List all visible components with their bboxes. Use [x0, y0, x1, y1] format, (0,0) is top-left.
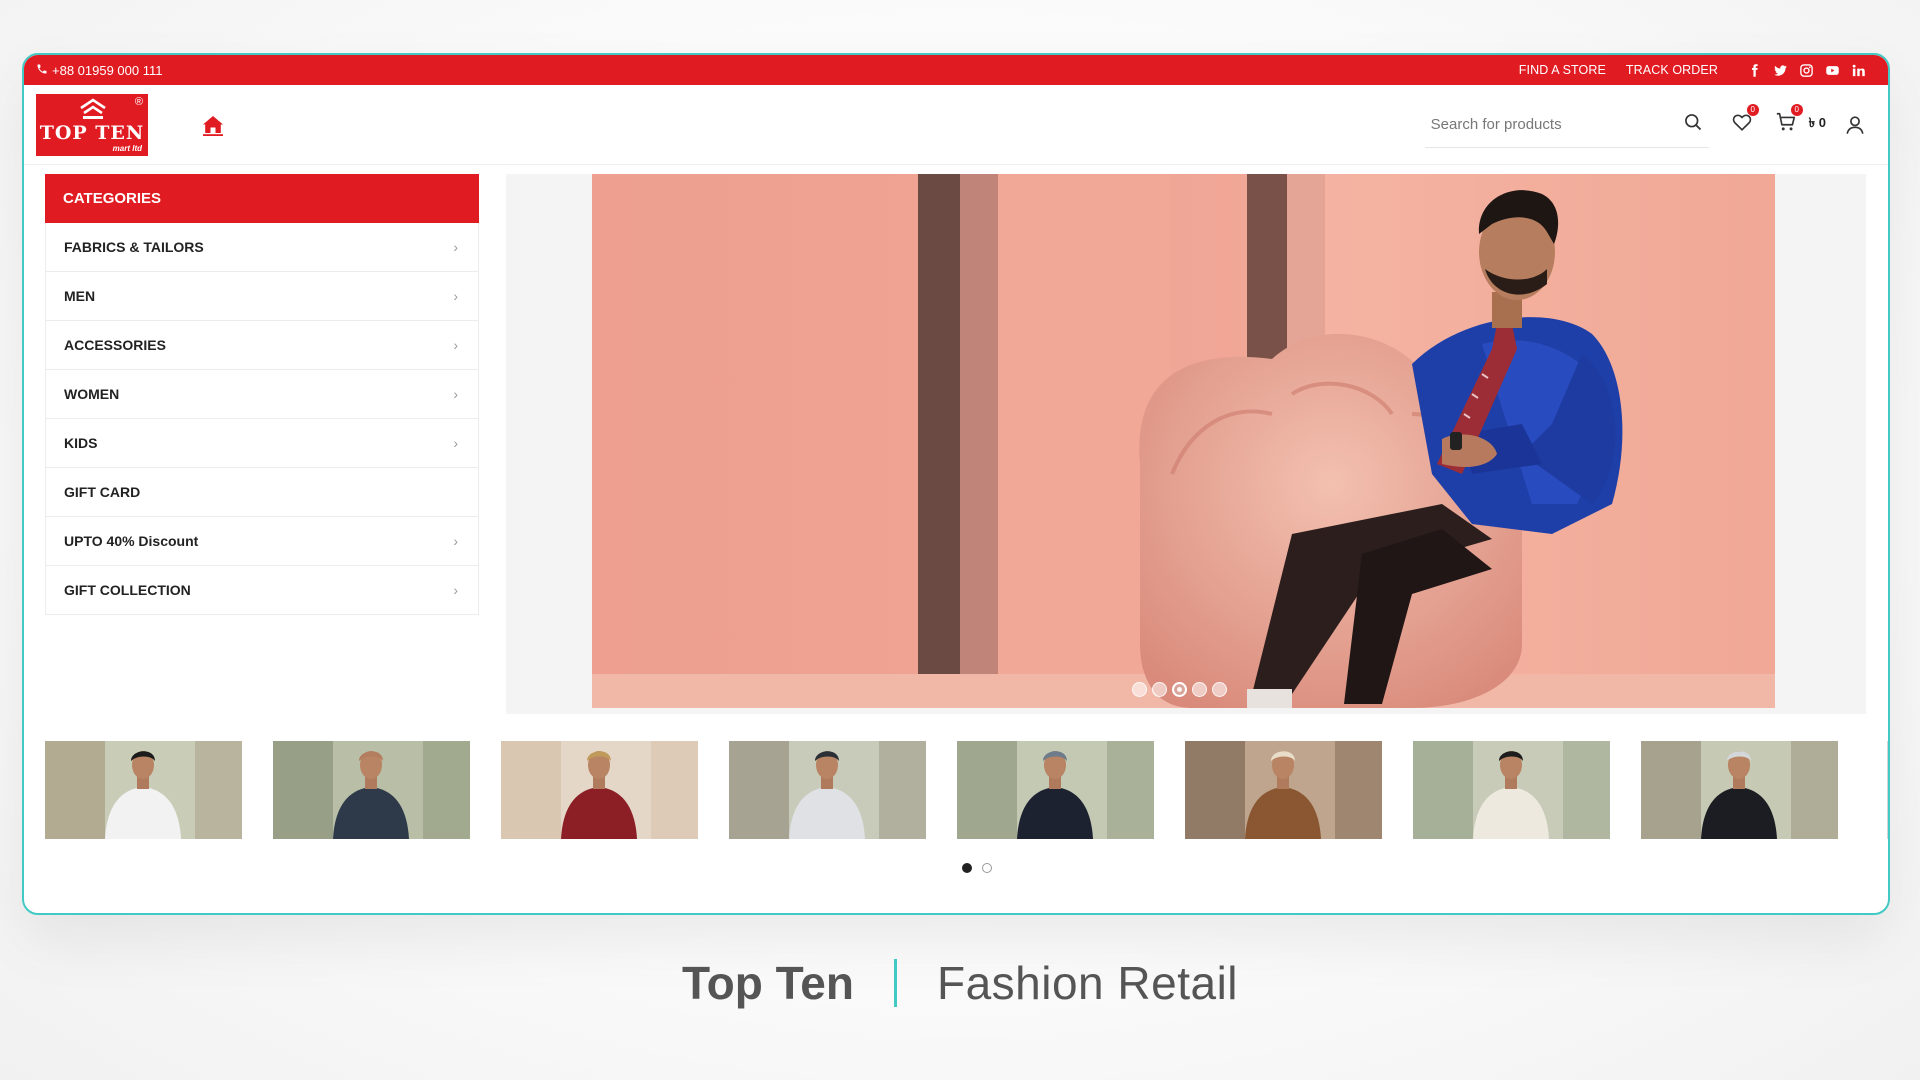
phone-contact[interactable]: +88 01959 000 111 [36, 63, 163, 78]
instagram-icon[interactable] [1798, 62, 1814, 78]
collection-thumbnail[interactable] [729, 741, 926, 839]
phone-number: +88 01959 000 111 [52, 62, 163, 78]
phone-icon [36, 63, 48, 78]
category-item[interactable]: WOMEN › [46, 370, 478, 419]
top-bar: +88 01959 000 111 FIND A STORE TRACK ORD… [24, 55, 1888, 85]
category-item[interactable]: UPTO 40% Discount › [46, 517, 478, 566]
chevron-right-icon: › [453, 582, 458, 598]
caption-brand: Top Ten [681, 957, 854, 1009]
category-label: FABRICS & TAILORS [64, 239, 204, 255]
slider-dot[interactable] [1212, 682, 1227, 697]
slider-dot[interactable] [1132, 682, 1147, 697]
caption-divider [893, 959, 897, 1007]
wishlist-button[interactable]: 0 [1731, 104, 1759, 138]
logo-name: TOP TEN [39, 121, 145, 144]
category-item[interactable]: GIFT COLLECTION › [46, 566, 478, 615]
carousel-dot[interactable] [962, 863, 972, 873]
caption-tagline: Fashion Retail [936, 957, 1239, 1009]
chevron-right-icon: › [453, 435, 458, 451]
collection-thumbnail[interactable] [45, 741, 242, 839]
caption: Top Ten Fashion Retail [0, 956, 1920, 1010]
category-label: UPTO 40% Discount [64, 533, 199, 549]
twitter-icon[interactable] [1772, 62, 1788, 78]
carousel-pagination [962, 863, 992, 873]
categories-list: FABRICS & TAILORS › MEN › ACCESSORIES › WOMEN ›… [45, 223, 479, 615]
logo-house-icon [80, 97, 106, 119]
linkedin-icon[interactable] [1850, 62, 1866, 78]
category-item[interactable]: GIFT CARD [46, 468, 478, 517]
collection-thumbnail[interactable] [501, 741, 698, 839]
slider-dot[interactable] [1152, 682, 1167, 697]
category-item[interactable]: FABRICS & TAILORS › [46, 223, 478, 272]
collection-thumbnail[interactable] [1413, 741, 1610, 839]
collection-thumbnail[interactable] [1641, 741, 1838, 839]
hero-slide-image[interactable] [592, 174, 1775, 708]
next-thumb-edge [1887, 741, 1888, 839]
youtube-icon[interactable] [1824, 62, 1840, 78]
search-icon[interactable] [1683, 112, 1703, 137]
hero-photo [592, 174, 1775, 708]
chevron-right-icon: › [453, 239, 458, 255]
find-store-link[interactable]: FIND A STORE [1519, 63, 1606, 77]
facebook-icon[interactable] [1746, 62, 1762, 78]
main-section: CATEGORIES FABRICS & TAILORS › MEN › ACCESSO… [24, 165, 1888, 725]
registered-mark: ® [134, 95, 143, 108]
category-label: KIDS [64, 435, 98, 451]
wishlist-count-badge: 0 [1746, 104, 1759, 116]
slider-dot[interactable] [1192, 682, 1207, 697]
chevron-right-icon: › [453, 288, 458, 304]
carousel-dot[interactable] [982, 863, 992, 873]
logo-sub: mart ltd [112, 143, 142, 153]
category-label: WOMEN [64, 386, 120, 402]
chevron-right-icon: › [453, 533, 458, 549]
social-links [1746, 62, 1866, 78]
cart-total[interactable]: ৳ 0 [1809, 114, 1826, 135]
home-icon[interactable] [200, 112, 226, 138]
cart-count-badge: 0 [1790, 104, 1803, 116]
category-item[interactable]: ACCESSORIES › [46, 321, 478, 370]
collection-carousel [45, 741, 1888, 841]
brand-logo[interactable]: ® TOP TEN mart ltd [36, 93, 148, 156]
slider-pagination [1132, 682, 1227, 697]
categories-title: CATEGORIES [45, 174, 479, 223]
slider-dot[interactable] [1172, 682, 1187, 697]
category-label: GIFT CARD [64, 484, 141, 500]
category-label: GIFT COLLECTION [64, 582, 191, 598]
site-header: ® TOP TEN mart ltd 0 [24, 85, 1888, 165]
user-icon[interactable] [1844, 114, 1866, 136]
category-item[interactable]: KIDS › [46, 419, 478, 468]
collection-thumbnail[interactable] [957, 741, 1154, 839]
chevron-right-icon: › [453, 386, 458, 402]
chevron-right-icon: › [453, 337, 458, 353]
categories-menu: CATEGORIES FABRICS & TAILORS › MEN › ACCESSO… [45, 174, 479, 615]
category-label: ACCESSORIES [64, 337, 166, 353]
collection-thumbnail[interactable] [1185, 741, 1382, 839]
category-item[interactable]: MEN › [46, 272, 478, 321]
collection-thumbnail[interactable] [273, 741, 470, 839]
category-label: MEN [64, 288, 96, 304]
hero-slider [506, 174, 1866, 714]
cart-button[interactable]: 0 [1775, 104, 1803, 138]
search-input[interactable] [1430, 115, 1651, 133]
search-bar [1424, 102, 1709, 148]
browser-frame: +88 01959 000 111 FIND A STORE TRACK ORD… [22, 53, 1890, 915]
track-order-link[interactable]: TRACK ORDER [1626, 63, 1718, 77]
